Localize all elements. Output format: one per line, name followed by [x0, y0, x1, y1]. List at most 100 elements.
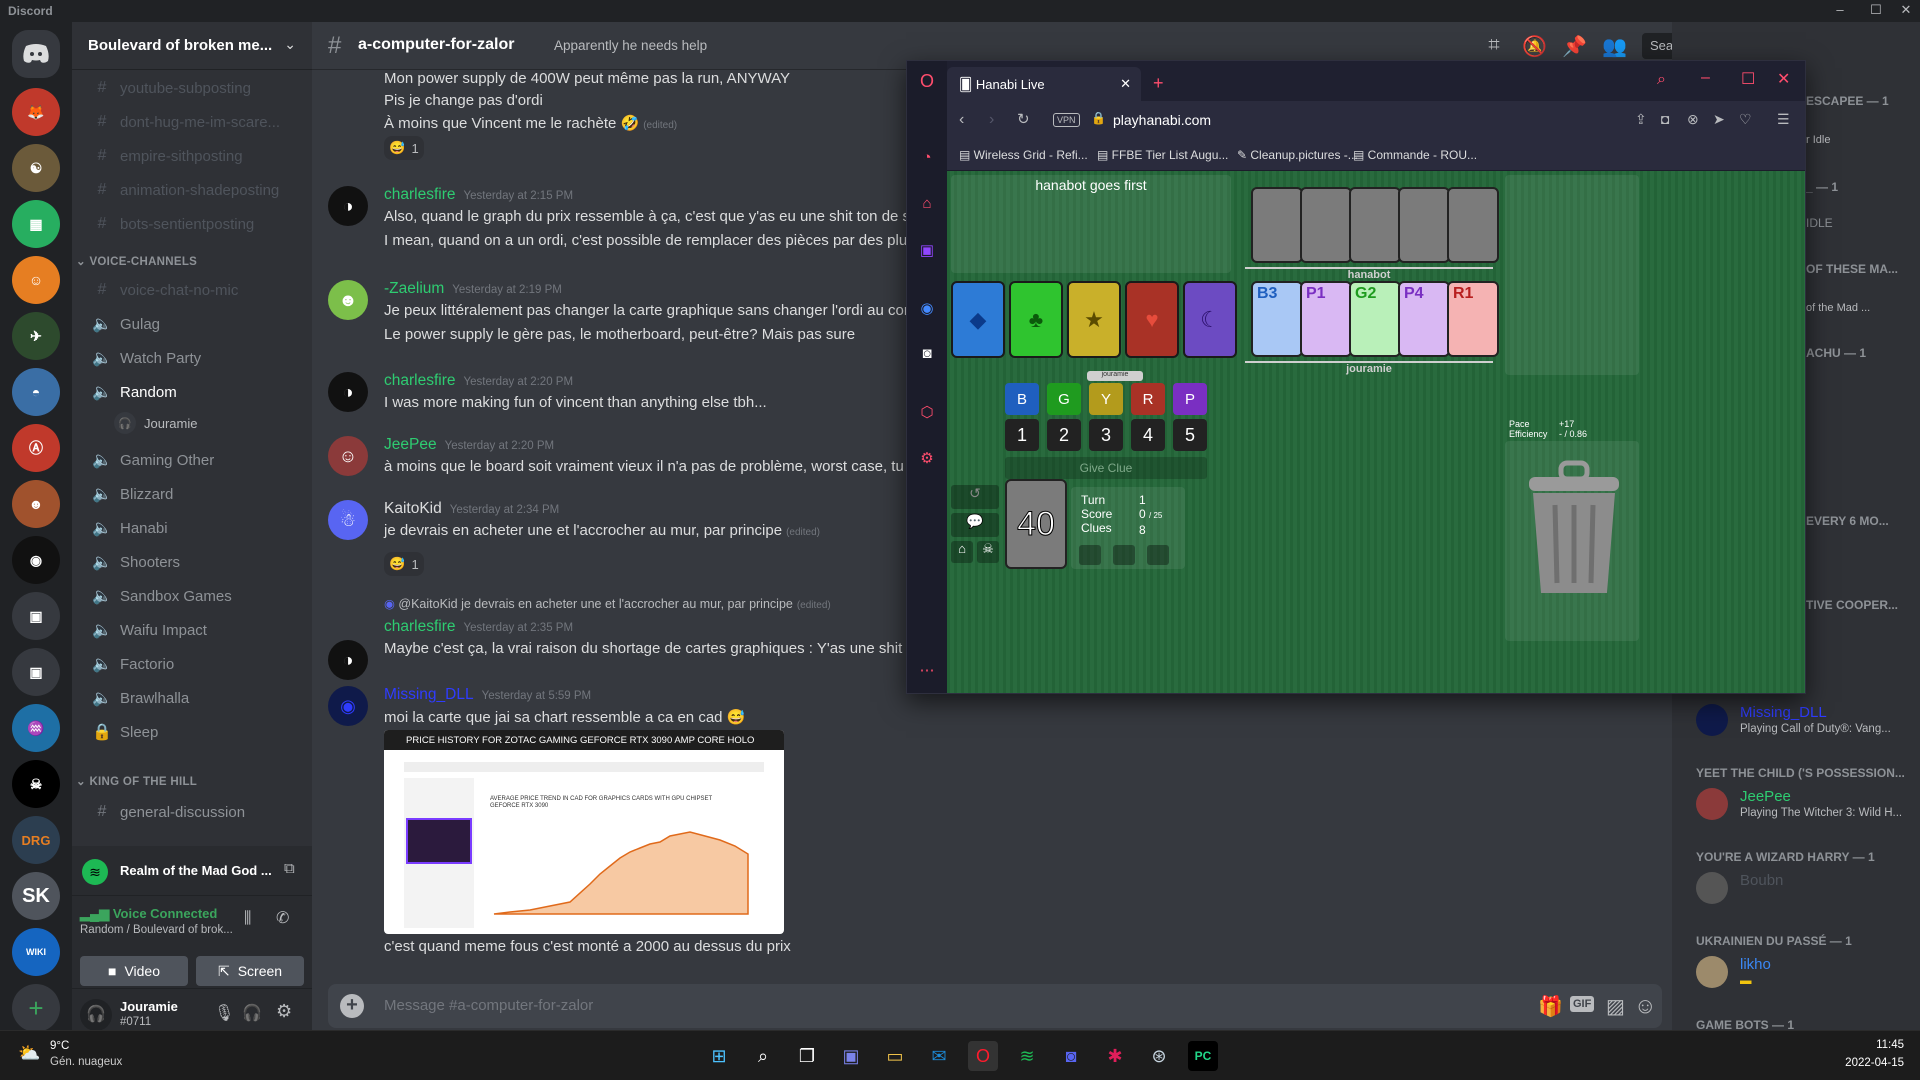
screen-button[interactable]: ⇱ Screen: [196, 956, 304, 986]
server-folder-1[interactable]: ▣: [12, 592, 60, 640]
opera-logo-icon[interactable]: O: [917, 71, 937, 91]
clue-rank-1-button[interactable]: 1: [1005, 419, 1039, 451]
voice-channel-sandbox-games[interactable]: 🔈 Sandbox Games: [80, 580, 304, 612]
gear-icon[interactable]: ⚙: [917, 449, 937, 469]
noise-suppression-icon[interactable]: ⫼: [244, 910, 251, 928]
close-tab-icon[interactable]: ✕: [1120, 76, 1131, 92]
clue-rank-2-button[interactable]: 2: [1047, 419, 1081, 451]
emoji-icon[interactable]: ☺: [1634, 993, 1656, 1019]
message-composer[interactable]: + Message #a-computer-for-zalor 🎁 GIF ▨ …: [328, 984, 1662, 1028]
skull-icon[interactable]: ☠: [977, 541, 999, 563]
discord-icon[interactable]: ◙: [917, 345, 937, 365]
clue-purple-button[interactable]: P: [1173, 383, 1207, 415]
menu-icon[interactable]: ☰: [1777, 111, 1790, 128]
forward-icon[interactable]: ›: [989, 111, 994, 129]
add-server-icon[interactable]: +: [12, 984, 60, 1032]
avatar[interactable]: ◉: [328, 686, 368, 726]
trash-can-icon[interactable]: [1519, 453, 1629, 603]
clue-blue-button[interactable]: B: [1005, 383, 1039, 415]
give-clue-button[interactable]: Give Clue: [1005, 457, 1207, 479]
message-author[interactable]: charlesfire Yesterday at 2:35 PM: [384, 618, 573, 636]
screen-share-icon[interactable]: ⧉: [284, 860, 295, 877]
back-icon[interactable]: ‹: [959, 111, 964, 129]
my-card-r1[interactable]: R1: [1447, 281, 1499, 357]
cube-icon[interactable]: ⬡: [917, 403, 937, 423]
headphones-icon[interactable]: 🎧: [242, 1003, 262, 1023]
voice-channel-sleep[interactable]: 🔒 Sleep: [80, 716, 304, 748]
more-icon[interactable]: ⋯: [917, 661, 937, 681]
message-author[interactable]: charlesfire Yesterday at 2:20 PM: [384, 372, 573, 390]
clue-target-tab[interactable]: jouramie: [1087, 371, 1143, 381]
gear-icon[interactable]: ⚙: [276, 1001, 292, 1022]
avatar[interactable]: 🎧: [80, 999, 112, 1031]
server-icon-4[interactable]: ☺: [12, 256, 60, 304]
tab-hanabi-live[interactable]: 🂠 Hanabi Live ✕: [947, 67, 1141, 101]
member-item[interactable]: Boubn: [1696, 872, 1916, 914]
channel-bots-sentientposting[interactable]: # bots-sentientposting: [80, 208, 304, 240]
steam-icon[interactable]: ⊛: [1144, 1041, 1174, 1071]
pycharm-icon[interactable]: PC: [1188, 1041, 1218, 1071]
reload-icon[interactable]: ↻: [1017, 110, 1030, 128]
channel-topic[interactable]: Apparently he needs help: [554, 38, 707, 53]
server-icon-sk[interactable]: SK: [12, 872, 60, 920]
outlook-icon[interactable]: ✉: [924, 1041, 954, 1071]
server-icon-1[interactable]: 🦊: [12, 88, 60, 136]
partner-card[interactable]: [1349, 187, 1401, 263]
avatar[interactable]: ◑: [328, 640, 368, 680]
voice-channel-random[interactable]: 🔈 Random: [80, 376, 304, 408]
bookmark-item[interactable]: ✎ Cleanup.pictures -...: [1237, 148, 1358, 162]
chat-icon[interactable]: 💬: [951, 513, 999, 537]
avatar[interactable]: ☻: [328, 280, 368, 320]
new-tab-icon[interactable]: +: [1153, 73, 1164, 94]
url-field[interactable]: playhanabi.com: [1113, 112, 1211, 128]
my-card-b3[interactable]: B3: [1251, 281, 1303, 357]
undo-icon[interactable]: ↺: [951, 485, 999, 509]
voice-channel-gaming-other[interactable]: 🔈 Gaming Other: [80, 444, 304, 476]
teams-chat-icon[interactable]: ▣: [836, 1041, 866, 1071]
avatar[interactable]: ◑: [328, 186, 368, 226]
maximize-button[interactable]: ☐: [1866, 2, 1886, 18]
image-attachment[interactable]: PRICE HISTORY FOR ZOTAC GAMING GEFORCE R…: [384, 730, 784, 934]
channel-empire-sithposting[interactable]: # empire-sithposting: [80, 140, 304, 172]
minimize-window-icon[interactable]: –: [1701, 69, 1710, 87]
message-author[interactable]: -Zaelium Yesterday at 2:19 PM: [384, 280, 562, 298]
server-icon-5[interactable]: ✈: [12, 312, 60, 360]
messenger-icon[interactable]: ◉: [917, 299, 937, 319]
server-icon-11[interactable]: ☠: [12, 760, 60, 808]
disconnect-icon[interactable]: ✆: [276, 908, 289, 928]
member-item[interactable]: likho ▬: [1696, 956, 1916, 998]
category-king-of-the-hill[interactable]: ⌄ KING OF THE HILL: [76, 774, 197, 788]
bookmark-item[interactable]: ▤ Wireless Grid - Refi...: [959, 148, 1088, 162]
clue-rank-4-button[interactable]: 4: [1131, 419, 1165, 451]
task-view-icon[interactable]: ❐: [792, 1041, 822, 1071]
video-button[interactable]: ■ Video: [80, 956, 188, 986]
voice-channel-factorio[interactable]: 🔈 Factorio: [80, 648, 304, 680]
voice-channel-gulag[interactable]: 🔈 Gulag: [80, 308, 304, 340]
opera-icon[interactable]: O: [968, 1041, 998, 1071]
reaction[interactable]: 😅 1: [384, 552, 424, 576]
member-item[interactable]: Missing_DLL Playing Call of Duty®: Vang.…: [1696, 704, 1916, 746]
avatar[interactable]: ☃: [328, 500, 368, 540]
member-item[interactable]: JeePee Playing The Witcher 3: Wild H...: [1696, 788, 1916, 830]
clue-green-button[interactable]: G: [1047, 383, 1081, 415]
clock-time[interactable]: 11:45: [1860, 1039, 1904, 1051]
twitch-icon[interactable]: ▣: [917, 241, 937, 261]
search-tabs-icon[interactable]: ⌕: [1657, 71, 1666, 89]
message-input[interactable]: Message #a-computer-for-zalor: [384, 997, 593, 1014]
discord-icon[interactable]: ◙: [1056, 1041, 1086, 1071]
my-card-p4[interactable]: P4: [1398, 281, 1450, 357]
sticker-icon[interactable]: ▨: [1606, 994, 1625, 1019]
server-icon-7[interactable]: Ⓐ: [12, 424, 60, 472]
voice-channel-hanabi[interactable]: 🔈 Hanabi: [80, 512, 304, 544]
bookmark-item[interactable]: ▤ FFBE Tier List Augu...: [1097, 148, 1228, 162]
server-icon-9[interactable]: ◉: [12, 536, 60, 584]
search-icon[interactable]: ⌕: [748, 1041, 778, 1071]
slack-icon[interactable]: ✱: [1100, 1041, 1130, 1071]
category-voice-channels[interactable]: ⌄ VOICE-CHANNELS: [76, 254, 197, 268]
share-icon[interactable]: ⇪: [1635, 111, 1647, 128]
server-icon-wiki[interactable]: WIKI: [12, 928, 60, 976]
channel-general-discussion[interactable]: # general-discussion: [80, 796, 304, 828]
partner-card[interactable]: [1300, 187, 1352, 263]
clue-rank-5-button[interactable]: 5: [1173, 419, 1207, 451]
weather-temp[interactable]: 9°C: [50, 1040, 69, 1052]
